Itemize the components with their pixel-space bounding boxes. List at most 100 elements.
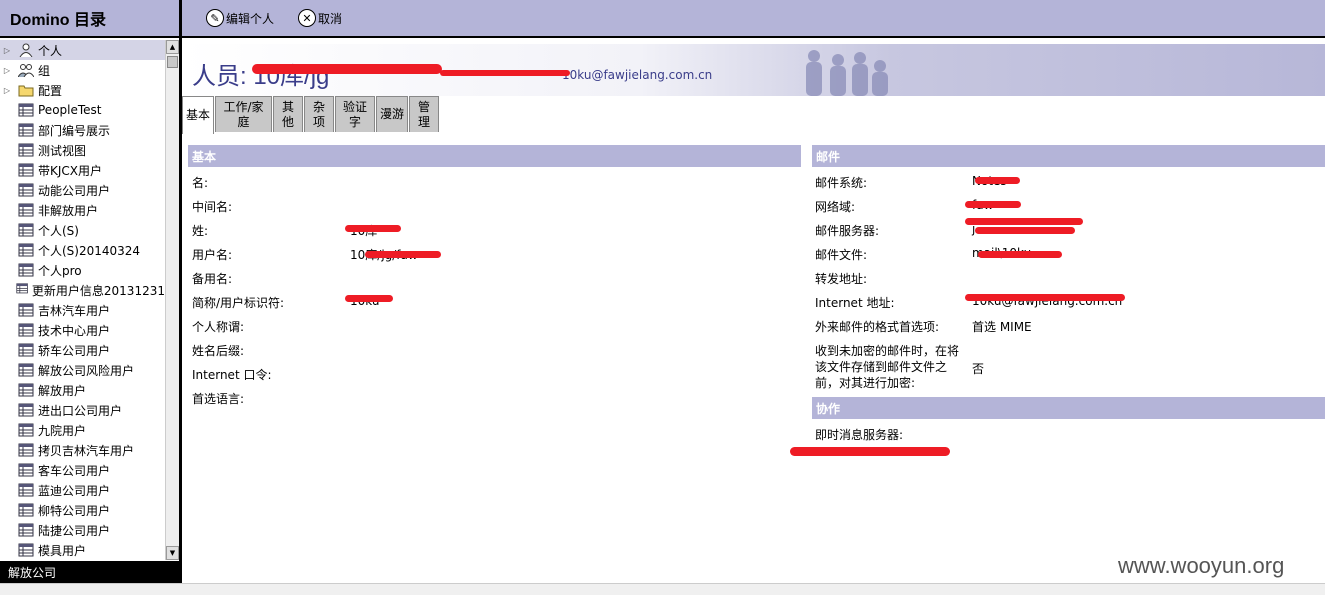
tree-item[interactable]: 个人pro	[0, 260, 165, 280]
tree-item[interactable]: 柳特公司用户	[0, 500, 165, 520]
field-label: 外来邮件的格式首选项:	[815, 320, 940, 334]
field-label: 邮件文件:	[815, 248, 868, 262]
tree-item[interactable]: ▷ 配置	[0, 80, 165, 100]
field-label: 中间名:	[192, 200, 233, 214]
redaction-mark	[440, 70, 570, 76]
view-icon	[18, 443, 34, 457]
expand-arrow-icon[interactable]: ▷	[2, 46, 12, 55]
view-icon	[18, 263, 34, 277]
tree-item-label: 技术中心用户	[38, 323, 111, 338]
view-icon	[18, 523, 34, 537]
expand-arrow-icon[interactable]: ▷	[2, 86, 12, 95]
tree-item[interactable]: 测试视图	[0, 140, 165, 160]
tree-item-label: 蓝迪公司用户	[38, 483, 111, 498]
view-icon	[18, 323, 34, 337]
tree-item[interactable]: 个人(S)20140324	[0, 240, 165, 260]
tab-4[interactable]: 验证字	[335, 96, 375, 132]
view-icon	[18, 543, 34, 557]
field-label: 简称/用户标识符:	[192, 296, 285, 310]
tree-item[interactable]: 拷贝吉林汽车用户	[0, 440, 165, 460]
banner-email: 10ku@fawjielang.com.cn	[562, 68, 713, 82]
redaction-mark	[345, 225, 401, 232]
redaction-mark	[365, 251, 441, 258]
tree-item[interactable]: PeopleTest	[0, 100, 165, 120]
scroll-thumb[interactable]	[167, 56, 178, 68]
field-value: 否	[972, 362, 985, 376]
view-icon	[16, 283, 28, 297]
tree-item[interactable]: ▷ 组	[0, 60, 165, 80]
field-label: 转发地址:	[815, 272, 868, 286]
tree-item[interactable]: 部门编号展示	[0, 120, 165, 140]
tree-item-label: 个人(S)20140324	[38, 243, 141, 258]
tree-item[interactable]: 带KJCX用户	[0, 160, 165, 180]
field-label: 首选语言:	[192, 392, 245, 406]
tree-item[interactable]: 轿车公司用户	[0, 340, 165, 360]
tree-item[interactable]: 吉林汽车用户	[0, 300, 165, 320]
tree-item-label: 吉林汽车用户	[38, 303, 111, 318]
edit-person-label: 编辑个人	[226, 11, 275, 26]
folder-icon	[18, 83, 34, 97]
tree-item[interactable]: 九院用户	[0, 420, 165, 440]
tree-item-label: 配置	[38, 83, 63, 98]
redaction-mark	[965, 201, 1021, 208]
tree-item[interactable]: 动能公司用户	[0, 180, 165, 200]
tree-item-label: 个人pro	[38, 263, 82, 278]
tree-item-label: 部门编号展示	[38, 123, 111, 138]
field-label: 网络域:	[815, 200, 856, 214]
tab-1[interactable]: 工作/家庭	[215, 96, 272, 132]
tree-item[interactable]: 解放公司风险用户	[0, 360, 165, 380]
field-label: 姓名后缀:	[192, 344, 245, 358]
view-icon	[18, 403, 34, 417]
mail-section-heading: 邮件	[812, 145, 1325, 167]
tree-item[interactable]: 技术中心用户	[0, 320, 165, 340]
tree-item[interactable]: 非解放用户	[0, 200, 165, 220]
field-label: 收到未加密的邮件时，在将该文件存储到邮件文件之前，对其进行加密:	[815, 344, 960, 390]
cancel-button[interactable]: ✕ 取消	[298, 9, 342, 27]
basic-section-heading: 基本	[188, 145, 801, 167]
tree-item-label: 动能公司用户	[38, 183, 111, 198]
tree-item[interactable]: 个人(S)	[0, 220, 165, 240]
tree-item[interactable]: 进出口公司用户	[0, 400, 165, 420]
tree-item-label: 个人(S)	[38, 223, 79, 238]
tree-item[interactable]: 陆捷公司用户	[0, 520, 165, 540]
directory-tree: ▷ 个人 ▷ 组 ▷ 配置 PeopleTest 部门编号展示 测试视图 带KJCX用户 动能公司用…	[0, 40, 165, 560]
tree-scrollbar[interactable]: ▲ ▼	[165, 40, 179, 560]
edit-person-button[interactable]: ✎ 编辑个人	[206, 9, 274, 27]
redaction-mark	[965, 218, 1083, 225]
tree-item-label: 组	[38, 63, 51, 78]
scroll-down-button[interactable]: ▼	[166, 546, 179, 560]
field-label: 名:	[192, 176, 209, 190]
tree-item-label: 柳特公司用户	[38, 503, 111, 518]
tab-0[interactable]: 基本	[182, 96, 214, 134]
tree-item-label: 轿车公司用户	[38, 343, 111, 358]
close-icon: ✕	[298, 9, 317, 27]
scroll-up-button[interactable]: ▲	[166, 40, 179, 54]
tree-item[interactable]: 更新用户信息20131231	[0, 280, 165, 300]
tab-5[interactable]: 漫游	[376, 96, 408, 132]
watermark: www.wooyun.org	[1118, 553, 1285, 578]
tree-item-label: PeopleTest	[38, 103, 102, 117]
person-icon	[18, 43, 34, 58]
tab-2[interactable]: 其他	[273, 96, 303, 132]
field-label: 个人称谓:	[192, 320, 245, 334]
pencil-icon: ✎	[206, 9, 224, 27]
view-icon	[18, 183, 34, 197]
tree-item[interactable]: 模具用户	[0, 540, 165, 560]
bottom-status-strip	[0, 583, 1325, 595]
tree-item-label: 非解放用户	[38, 203, 99, 218]
view-icon	[18, 363, 34, 377]
directory-title: Domino 目录	[0, 0, 179, 38]
tab-6[interactable]: 管理	[409, 96, 439, 132]
tree-item[interactable]: 蓝迪公司用户	[0, 480, 165, 500]
view-icon	[18, 243, 34, 257]
tree-item-label: 九院用户	[38, 423, 87, 438]
tree-item-label: 模具用户	[38, 543, 87, 558]
tree-item[interactable]: 解放用户	[0, 380, 165, 400]
tree-item[interactable]: 客车公司用户	[0, 460, 165, 480]
expand-arrow-icon[interactable]: ▷	[2, 66, 12, 75]
tree-item-label: 进出口公司用户	[38, 403, 123, 418]
tree-item[interactable]: ▷ 个人	[0, 40, 165, 60]
field-value: 首选 MIME	[972, 320, 1032, 334]
redaction-mark	[345, 295, 393, 302]
tab-3[interactable]: 杂项	[304, 96, 334, 132]
